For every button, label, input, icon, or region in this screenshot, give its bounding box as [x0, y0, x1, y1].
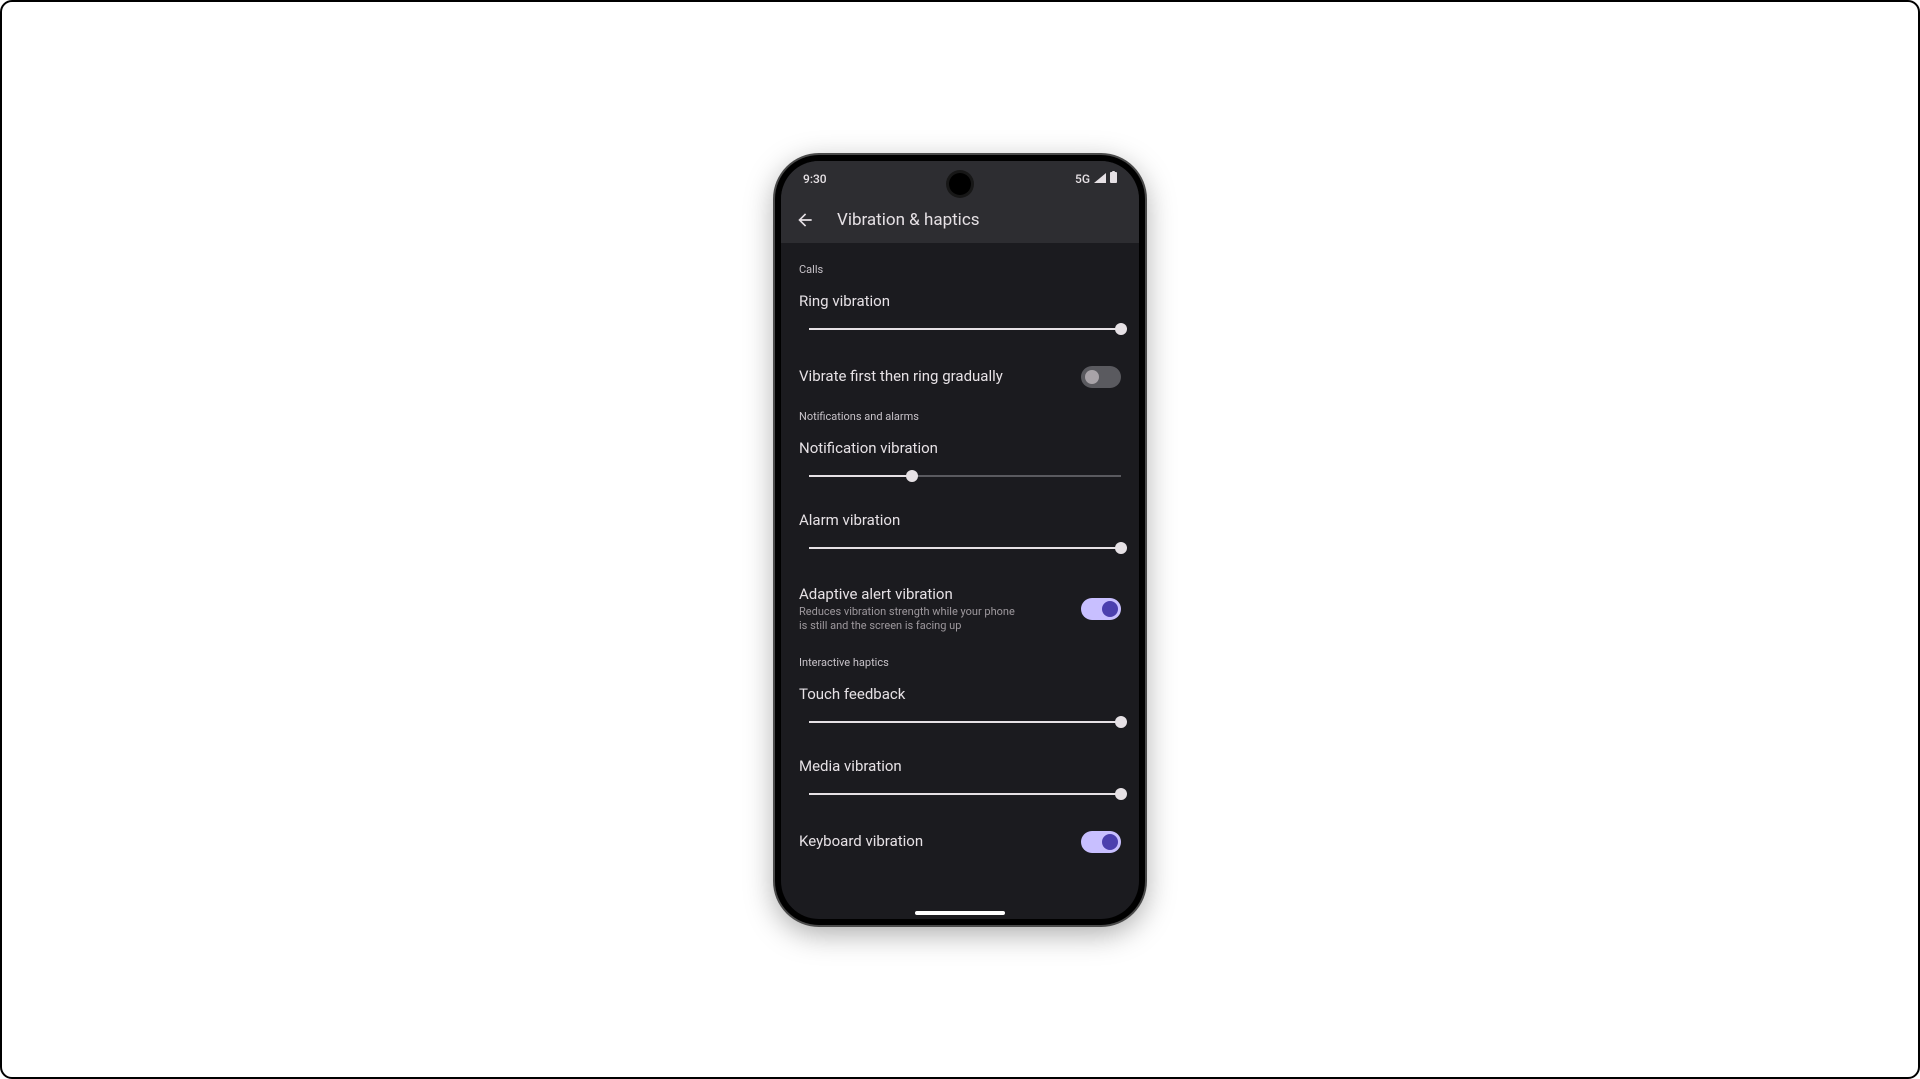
alarm-vibration-slider[interactable] — [809, 541, 1121, 555]
adaptive-alert-desc: Reduces vibration strength while your ph… — [799, 605, 1071, 635]
media-vibration-row[interactable]: Media vibration — [781, 747, 1139, 819]
section-header-notifications: Notifications and alarms — [781, 400, 1139, 429]
vibrate-first-toggle[interactable] — [1081, 366, 1121, 388]
touch-feedback-slider[interactable] — [809, 715, 1121, 729]
media-vibration-label: Media vibration — [799, 757, 1121, 775]
media-vibration-slider[interactable] — [809, 787, 1121, 801]
ring-vibration-slider[interactable] — [809, 322, 1121, 336]
alarm-vibration-row[interactable]: Alarm vibration — [781, 501, 1139, 573]
phone-frame: 9:30 5G Vibration & haptics Calls — [775, 155, 1145, 925]
vibrate-first-row[interactable]: Vibrate first then ring gradually — [781, 354, 1139, 400]
settings-content: Calls Ring vibration Vibrate first then … — [781, 243, 1139, 919]
phone-screen: 9:30 5G Vibration & haptics Calls — [781, 161, 1139, 919]
adaptive-alert-row[interactable]: Adaptive alert vibration Reduces vibrati… — [781, 573, 1139, 647]
status-right: 5G — [1075, 171, 1117, 186]
notification-vibration-row[interactable]: Notification vibration — [781, 429, 1139, 501]
vibrate-first-label: Vibrate first then ring gradually — [799, 367, 1071, 385]
keyboard-vibration-row[interactable]: Keyboard vibration — [781, 819, 1139, 865]
notification-vibration-slider[interactable] — [809, 469, 1121, 483]
back-icon[interactable] — [795, 210, 815, 230]
section-header-calls: Calls — [781, 253, 1139, 282]
status-network: 5G — [1075, 172, 1090, 186]
adaptive-alert-label: Adaptive alert vibration — [799, 585, 1071, 603]
battery-icon — [1110, 171, 1117, 186]
gesture-nav-pill[interactable] — [915, 911, 1005, 915]
ring-vibration-row[interactable]: Ring vibration — [781, 282, 1139, 354]
alarm-vibration-label: Alarm vibration — [799, 511, 1121, 529]
notification-vibration-label: Notification vibration — [799, 439, 1121, 457]
touch-feedback-label: Touch feedback — [799, 685, 1121, 703]
page-title: Vibration & haptics — [837, 210, 980, 230]
adaptive-alert-toggle[interactable] — [1081, 598, 1121, 620]
app-header: Vibration & haptics — [781, 197, 1139, 243]
touch-feedback-row[interactable]: Touch feedback — [781, 675, 1139, 747]
ring-vibration-label: Ring vibration — [799, 292, 1121, 310]
camera-cutout — [949, 173, 971, 195]
section-header-interactive: Interactive haptics — [781, 646, 1139, 675]
keyboard-vibration-label: Keyboard vibration — [799, 832, 1071, 850]
status-time: 9:30 — [803, 172, 827, 186]
signal-icon — [1094, 172, 1106, 186]
keyboard-vibration-toggle[interactable] — [1081, 831, 1121, 853]
